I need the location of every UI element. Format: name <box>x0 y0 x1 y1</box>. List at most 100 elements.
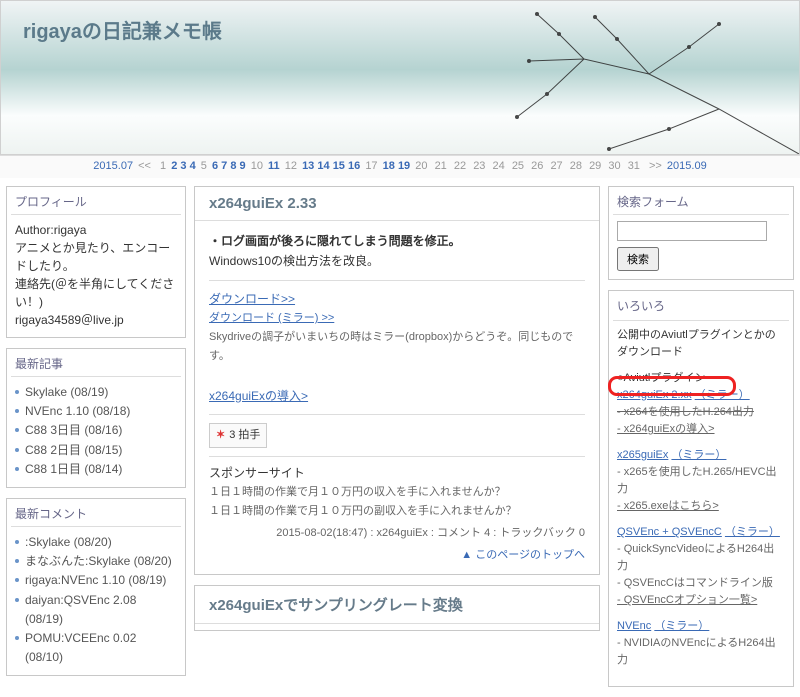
article-meta: 2015-08-02(18:47) : x264guiEx : コメント 4 :… <box>195 524 599 544</box>
list-item[interactable]: NVEnc 1.10 (08/18) <box>15 402 177 421</box>
cal-day-13[interactable]: 13 <box>302 160 314 172</box>
cal-day-30: 30 <box>606 160 622 172</box>
list-item[interactable]: POMU:VCEEnc 0.02 (08/10) <box>15 629 177 667</box>
intro-link[interactable]: x264guiExの導入> <box>209 389 308 403</box>
download-link[interactable]: ダウンロード>> <box>209 292 295 306</box>
clap-button[interactable]: ✶3 拍手 <box>209 423 267 448</box>
article-2: x264guiExでサンプリングレート変換 <box>194 585 600 631</box>
site-header: rigayaの日記兼メモ帳 <box>0 0 800 155</box>
cal-day-25: 25 <box>510 160 526 172</box>
x264guiex-desc: - x264を使用したH.264出力 <box>617 406 754 418</box>
iroiro-del: ○Aviutlプラグイン <box>617 370 785 387</box>
iroiro-intro: 公開中のAviutlプラグインとかのダウンロード <box>617 327 785 361</box>
nvenc-link[interactable]: NVEnc <box>617 620 651 632</box>
cal-day-4[interactable]: 4 <box>190 160 196 172</box>
list-item[interactable]: rigaya:NVEnc 1.10 (08/19) <box>15 571 177 590</box>
cal-day-3[interactable]: 3 <box>180 160 186 172</box>
cal-day-27: 27 <box>548 160 564 172</box>
download-mirror-link[interactable]: ダウンロード (ミラー) >> <box>209 312 334 324</box>
cal-day-5: 5 <box>199 160 209 172</box>
cal-day-28: 28 <box>568 160 584 172</box>
qsvenc-desc1: - QuickSyncVideoによるH264出力 <box>617 543 774 572</box>
qsvenc-link[interactable]: QSVEnc + QSVEncC <box>617 526 722 538</box>
cal-day-11[interactable]: 11 <box>268 160 280 172</box>
clap-count: 3 拍手 <box>229 426 260 445</box>
search-input[interactable] <box>617 221 767 241</box>
search-heading: 検索フォーム <box>613 191 789 215</box>
search-button[interactable]: 検索 <box>617 247 659 271</box>
x264guiex-intro-link[interactable]: - x264guiExの導入> <box>617 423 715 435</box>
cal-prev-sym: << <box>136 160 153 172</box>
pagetop-icon: ▲ <box>461 549 472 561</box>
cal-day-22: 22 <box>452 160 468 172</box>
qsvenc-mirror[interactable]: （ミラー） <box>725 526 780 538</box>
cal-day-14[interactable]: 14 <box>317 160 329 172</box>
profile-heading: プロフィール <box>11 191 181 215</box>
profile-box: プロフィール Author:rigaya アニメとか見たり、エンコードしたり。 … <box>6 186 186 338</box>
x265guiex-mirror[interactable]: （ミラー） <box>671 449 726 461</box>
profile-line1: アニメとか見たり、エンコードしたり。 <box>15 241 170 273</box>
cal-day-1: 1 <box>158 160 168 172</box>
article-2-title[interactable]: x264guiExでサンプリングレート変換 <box>195 586 599 624</box>
cal-day-12: 12 <box>283 160 299 172</box>
nvenc-desc: - NVIDIAのNVEncによるH264出力 <box>617 637 776 666</box>
cal-day-20: 20 <box>413 160 429 172</box>
x265guiex-link[interactable]: x265guiEx <box>617 449 668 461</box>
list-item[interactable]: :Skylake (08/20) <box>15 533 177 552</box>
nvenc-mirror[interactable]: （ミラー） <box>654 620 709 632</box>
profile-line2: 連絡先(＠を半角にしてください！) <box>15 277 174 309</box>
profile-author-label: Author: <box>15 223 54 237</box>
page-top-link[interactable]: このページのトップへ <box>475 549 585 561</box>
list-item[interactable]: Skylake (08/19) <box>15 383 177 402</box>
cal-prev-month[interactable]: 2015.07 <box>93 160 133 172</box>
cal-day-16[interactable]: 16 <box>348 160 360 172</box>
sponsor-line1[interactable]: １日１時間の作業で月１０万円の収入を手に入れませんか？ <box>209 483 585 502</box>
recent-comments-box: 最新コメント :Skylake (08/20)まなぶんた:Skylake (08… <box>6 498 186 676</box>
recent-posts-box: 最新記事 Skylake (08/19)NVEnc 1.10 (08/18)C8… <box>6 348 186 488</box>
cal-day-8[interactable]: 8 <box>230 160 236 172</box>
qsvenc-desc2: - QSVEncCはコマンドライン版 <box>617 577 773 589</box>
sponsor-line2[interactable]: １日１時間の作業で月１０万円の副収入を手に入れませんか？ <box>209 502 585 521</box>
cal-day-15[interactable]: 15 <box>333 160 345 172</box>
cal-day-2[interactable]: 2 <box>171 160 177 172</box>
clap-icon: ✶ <box>216 426 225 445</box>
cal-next-sym: >> <box>647 160 664 172</box>
cal-day-7[interactable]: 7 <box>221 160 227 172</box>
profile-author: rigaya <box>54 223 87 237</box>
list-item[interactable]: C88 1日目 (08/14) <box>15 460 177 479</box>
cal-next-month[interactable]: 2015.09 <box>667 160 707 172</box>
calendar-bar: 2015.07 << 1 2 3 4 5 6 7 8 9 10 11 12 13… <box>0 155 800 178</box>
cal-day-19[interactable]: 19 <box>398 160 410 172</box>
cal-day-17: 17 <box>363 160 379 172</box>
cal-day-18[interactable]: 18 <box>383 160 395 172</box>
iroiro-box: いろいろ 公開中のAviutlプラグインとかのダウンロード ○Aviutlプラグ… <box>608 290 794 687</box>
article-title[interactable]: x264guiEx 2.33 <box>195 187 599 221</box>
list-item[interactable]: C88 3日目 (08/16) <box>15 421 177 440</box>
cal-day-9[interactable]: 9 <box>240 160 246 172</box>
x264guiex-link[interactable]: x264guiEx 2.xx <box>617 389 692 401</box>
article-1: x264guiEx 2.33 ・ログ画面が後ろに隠れてしまう問題を修正。 Win… <box>194 186 600 575</box>
cal-day-31: 31 <box>626 160 642 172</box>
recent-posts-heading: 最新記事 <box>11 353 181 377</box>
x265guiex-desc: - x265を使用したH.265/HEVC出力 <box>617 466 777 495</box>
cal-day-10: 10 <box>249 160 265 172</box>
cal-day-26: 26 <box>529 160 545 172</box>
qsvenc-options-link[interactable]: - QSVEncCオプション一覧> <box>617 594 757 606</box>
x265exe-link[interactable]: - x265.exeはこちら> <box>617 500 719 512</box>
cal-day-6[interactable]: 6 <box>212 160 218 172</box>
x264guiex-mirror[interactable]: （ミラー） <box>695 389 750 401</box>
site-title[interactable]: rigayaの日記兼メモ帳 <box>1 1 799 44</box>
profile-email: rigaya34589＠live.jp <box>15 313 124 327</box>
list-item[interactable]: daiyan:QSVEnc 2.08 (08/19) <box>15 591 177 629</box>
cal-day-24: 24 <box>491 160 507 172</box>
article-p2: Windows10の検出方法を改良。 <box>209 251 585 271</box>
list-item[interactable]: まなぶんた:Skylake (08/20) <box>15 552 177 571</box>
search-box: 検索フォーム 検索 <box>608 186 794 280</box>
sponsor-heading: スポンサーサイト <box>209 463 585 483</box>
cal-day-29: 29 <box>587 160 603 172</box>
recent-comments-heading: 最新コメント <box>11 503 181 527</box>
cal-day-23: 23 <box>471 160 487 172</box>
article-p1: ・ログ画面が後ろに隠れてしまう問題を修正。 <box>209 234 461 248</box>
cal-day-21: 21 <box>433 160 449 172</box>
list-item[interactable]: C88 2日目 (08/15) <box>15 441 177 460</box>
